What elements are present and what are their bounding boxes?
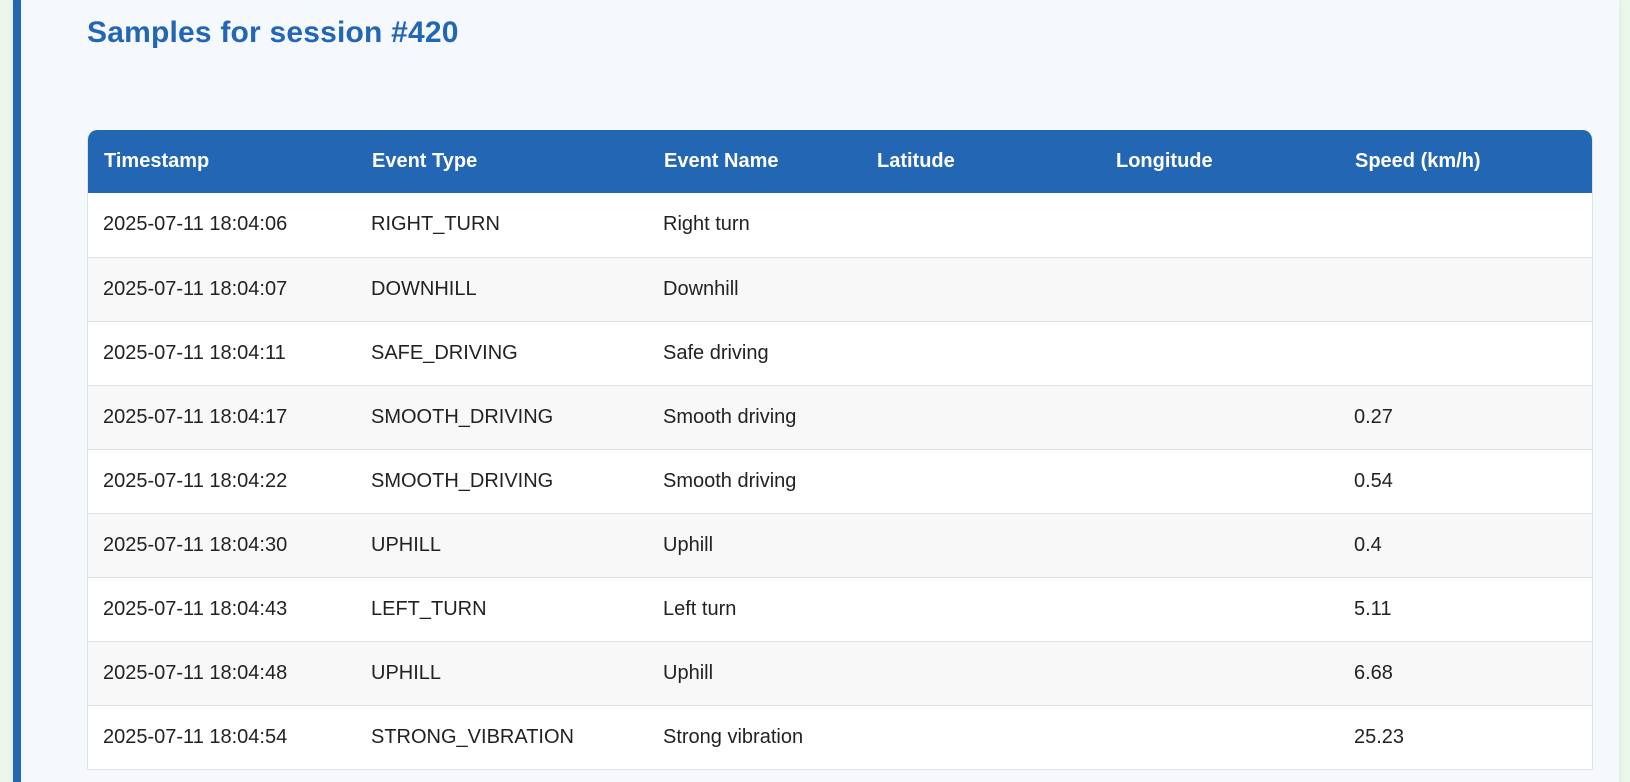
cell-longitude	[1100, 513, 1339, 577]
table-body: 2025-07-11 18:04:06 RIGHT_TURN Right tur…	[88, 193, 1592, 769]
cell-event-name: Smooth driving	[663, 405, 797, 428]
cell-event-type: SMOOTH_DRIVING	[371, 469, 554, 492]
table-row[interactable]: 2025-07-11 18:04:54 STRONG_VIBRATION Str…	[88, 705, 1592, 769]
cell-event-type: SAFE_DRIVING	[371, 341, 518, 364]
cell-timestamp: 2025-07-11 18:04:30	[103, 533, 288, 556]
cell-event-name: Downhill	[663, 277, 739, 300]
cell-timestamp: 2025-07-11 18:04:11	[103, 341, 286, 364]
table-row[interactable]: 2025-07-11 18:04:06 RIGHT_TURN Right tur…	[88, 193, 1592, 257]
cell-longitude	[1100, 705, 1339, 769]
table-row[interactable]: 2025-07-11 18:04:30 UPHILL Uphill 0.4	[88, 513, 1592, 577]
cell-event-name: Right turn	[663, 213, 750, 236]
cell-longitude	[1100, 193, 1339, 257]
cell-speed: 25.23	[1354, 725, 1405, 748]
cell-longitude	[1100, 449, 1339, 513]
cell-timestamp: 2025-07-11 18:04:06	[103, 213, 288, 236]
table-row[interactable]: 2025-07-11 18:04:11 SAFE_DRIVING Safe dr…	[88, 321, 1592, 385]
column-header-event-type[interactable]: Event Type	[356, 130, 648, 193]
table-row[interactable]: 2025-07-11 18:04:22 SMOOTH_DRIVING Smoot…	[88, 449, 1592, 513]
cell-longitude	[1100, 641, 1339, 705]
cell-event-type: DOWNHILL	[371, 277, 477, 300]
cell-event-type: UPHILL	[371, 661, 442, 684]
cell-latitude	[861, 321, 1100, 385]
cell-speed: 0.27	[1354, 405, 1393, 428]
column-header-latitude[interactable]: Latitude	[861, 130, 1100, 193]
cell-speed	[1339, 257, 1592, 321]
cell-latitude	[861, 193, 1100, 257]
cell-timestamp: 2025-07-11 18:04:48	[103, 661, 288, 684]
column-header-event-name[interactable]: Event Name	[648, 130, 861, 193]
cell-speed: 0.4	[1354, 533, 1382, 556]
cell-latitude	[861, 705, 1100, 769]
cell-event-name: Uphill	[663, 661, 714, 684]
cell-speed	[1339, 193, 1592, 257]
cell-longitude	[1100, 577, 1339, 641]
content-panel: Samples for session #420 Timestamp Event…	[13, 0, 1619, 782]
table-row[interactable]: 2025-07-11 18:04:43 LEFT_TURN Left turn …	[88, 577, 1592, 641]
cell-speed	[1339, 321, 1592, 385]
page-title: Samples for session #420	[87, 16, 459, 49]
cell-timestamp: 2025-07-11 18:04:07	[103, 277, 288, 300]
cell-event-name: Safe driving	[663, 341, 769, 364]
cell-event-type: SMOOTH_DRIVING	[371, 405, 554, 428]
cell-speed: 6.68	[1354, 661, 1393, 684]
cell-longitude	[1100, 257, 1339, 321]
column-header-speed[interactable]: Speed (km/h)	[1339, 130, 1592, 193]
cell-timestamp: 2025-07-11 18:04:54	[103, 725, 288, 748]
samples-table: Timestamp Event Type Event Name Latitude…	[88, 130, 1592, 770]
cell-event-name: Uphill	[663, 533, 714, 556]
cell-timestamp: 2025-07-11 18:04:17	[103, 405, 288, 428]
window: Samples for session #420 Timestamp Event…	[0, 0, 1630, 782]
table-header-row: Timestamp Event Type Event Name Latitude…	[88, 130, 1592, 193]
cell-longitude	[1100, 321, 1339, 385]
cell-event-type: UPHILL	[371, 533, 442, 556]
cell-longitude	[1100, 385, 1339, 449]
cell-event-name: Left turn	[663, 597, 737, 620]
table-row[interactable]: 2025-07-11 18:04:07 DOWNHILL Downhill	[88, 257, 1592, 321]
cell-event-name: Smooth driving	[663, 469, 797, 492]
samples-table-container: Timestamp Event Type Event Name Latitude…	[87, 130, 1593, 770]
cell-latitude	[861, 449, 1100, 513]
cell-timestamp: 2025-07-11 18:04:22	[103, 469, 288, 492]
table-header: Timestamp Event Type Event Name Latitude…	[88, 130, 1592, 193]
cell-latitude	[861, 577, 1100, 641]
cell-event-type: STRONG_VIBRATION	[371, 725, 574, 748]
cell-latitude	[861, 257, 1100, 321]
table-row[interactable]: 2025-07-11 18:04:17 SMOOTH_DRIVING Smoot…	[88, 385, 1592, 449]
cell-event-type: LEFT_TURN	[371, 597, 487, 620]
column-header-timestamp[interactable]: Timestamp	[88, 130, 356, 193]
cell-event-name: Strong vibration	[663, 725, 804, 748]
table-row[interactable]: 2025-07-11 18:04:48 UPHILL Uphill 6.68	[88, 641, 1592, 705]
cell-timestamp: 2025-07-11 18:04:43	[103, 597, 288, 620]
cell-speed: 5.11	[1354, 597, 1392, 620]
cell-latitude	[861, 513, 1100, 577]
column-header-longitude[interactable]: Longitude	[1100, 130, 1339, 193]
cell-latitude	[861, 641, 1100, 705]
cell-speed: 0.54	[1354, 469, 1393, 492]
cell-event-type: RIGHT_TURN	[371, 213, 500, 236]
cell-latitude	[861, 385, 1100, 449]
